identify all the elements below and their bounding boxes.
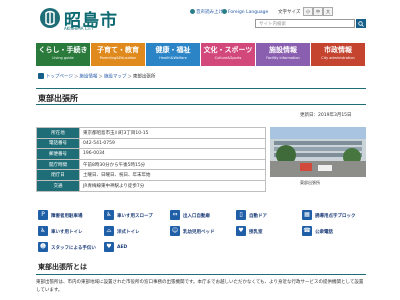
facility-info-table: 所在地 東京都昭島市玉川町3丁目10-15 電話番号 042-541-0759 郵便番号…: [36, 127, 266, 192]
facility-label: スタッフによる手伝い: [51, 245, 96, 251]
search-input[interactable]: サイト内検索: [255, 19, 355, 28]
facility-label: 車いす用トイレ: [51, 229, 83, 235]
site-logo-sub: AKISHIMA CITY: [64, 26, 94, 31]
info-row-label: 閉庁日: [36, 169, 80, 181]
info-row: 所在地 東京都昭島市玉川町3丁目10-15: [36, 127, 266, 139]
auto-door-icon: ⇔: [170, 210, 180, 220]
voice-reading-link[interactable]: 音声読み上げ: [190, 9, 223, 15]
breadcrumb-map[interactable]: 施設マップ: [104, 75, 127, 80]
nav-item-sub: Culture&Sports: [214, 56, 242, 60]
facility-photo: [270, 127, 366, 177]
home-icon[interactable]: [38, 73, 44, 79]
globe-icon: [222, 9, 227, 14]
foreign-language-label: Foreign Language: [228, 10, 269, 15]
nav-item-sub: Living guide: [52, 56, 74, 60]
nav-item-label: 市政情報: [324, 46, 352, 54]
staff-icon: ☻: [38, 242, 48, 252]
breadcrumb: トップページ＞施設情報＞施設マップ＞東部出張所: [38, 73, 155, 80]
nav-item-sub: Facility information: [266, 56, 300, 60]
facility-label: 自動ドア: [249, 213, 267, 219]
nav-item-2[interactable]: 健康・福祉 Health&Welfare: [146, 43, 200, 66]
facility-label: 出入口自動扉: [183, 213, 210, 219]
text-size-large-button[interactable]: 大: [323, 7, 333, 16]
info-row-value: JR青梅線東中神駅より徒歩7分: [79, 179, 266, 192]
text-size-medium-button[interactable]: 中: [313, 7, 323, 16]
nav-item-1[interactable]: 子育て・教育 Parenting&Education: [91, 43, 145, 66]
facility-label: 乳幼児用ベッド: [183, 229, 215, 235]
info-row-label: 電話番号: [36, 137, 80, 150]
nursing-room-icon: ♥: [236, 226, 246, 236]
nav-item-0[interactable]: くらし・手続き Living guide: [36, 43, 90, 66]
nav-item-sub: City administration: [321, 56, 355, 60]
accessible-toilet-icon: ♿: [38, 226, 48, 236]
site-header: 昭島市 AKISHIMA CITY 音声読み上げ Foreign Languag…: [0, 0, 400, 40]
section-title: 東部出張所とは: [38, 263, 87, 271]
info-row: 閉庁日 土曜日、日曜日、祝日、年末年始: [36, 169, 266, 181]
info-row-value: 042-541-0759: [79, 137, 266, 150]
global-nav: くらし・手続き Living guide 子育て・教育 Parenting&Educa…: [36, 43, 366, 66]
info-row-value: 東京都昭島市玉川町3丁目10-15: [79, 127, 266, 139]
photo-caption: 東部出張所: [300, 180, 320, 185]
nav-item-label: くらし・手続き: [38, 46, 88, 54]
updated-date: 更新日：2019年3月15日: [300, 113, 352, 118]
facility-label: 洋式トイレ: [117, 229, 140, 235]
city-emblem-icon[interactable]: [40, 8, 60, 28]
nav-item-label: 子育て・教育: [97, 46, 139, 54]
text-size-label: 文字サイズ: [278, 10, 301, 15]
nav-item-4[interactable]: 施設情報 Facility information: [256, 43, 310, 66]
info-row-label: 郵便番号: [36, 148, 80, 160]
foreign-language-link[interactable]: Foreign Language: [222, 9, 268, 15]
slope-icon: ♿: [104, 210, 114, 220]
facility-label: 公衆電話: [315, 229, 333, 235]
speaker-icon: [190, 9, 195, 14]
facility-label: AED: [117, 244, 128, 250]
breadcrumb-facility[interactable]: 施設情報: [79, 75, 97, 80]
western-toilet-icon: ⌓: [104, 226, 114, 236]
facility-label: 誘導用点字ブロック: [315, 213, 356, 219]
door-icon: ▯: [236, 210, 246, 220]
info-row-value: 午前8時30分から午後5時15分: [79, 158, 266, 171]
wheelchair-parking-icon: P: [38, 210, 48, 220]
nav-item-label: 文化・スポーツ: [203, 46, 253, 54]
facility-label: 授乳室: [249, 229, 263, 235]
phone-icon: ☎: [302, 226, 312, 236]
braille-block-icon: ▦: [302, 210, 312, 220]
nav-item-sub: Parenting&Education: [99, 56, 137, 60]
section-rule: [36, 274, 366, 275]
info-row: 郵便番号 196-0034: [36, 148, 266, 160]
aed-icon: ♥: [104, 242, 114, 252]
facility-label: 車いす用スロープ: [117, 213, 153, 219]
info-row-label: 所在地: [36, 127, 80, 139]
text-size-small-button[interactable]: 小: [303, 7, 313, 16]
info-row: 交通 JR青梅線東中神駅より徒歩7分: [36, 179, 266, 192]
info-row-label: 開庁時間: [36, 158, 80, 171]
nav-item-3[interactable]: 文化・スポーツ Culture&Sports: [201, 43, 255, 66]
baby-bed-icon: ☺: [170, 226, 180, 236]
nav-item-label: 施設情報: [269, 46, 297, 54]
info-row: 電話番号 042-541-0759: [36, 137, 266, 150]
nav-item-5[interactable]: 市政情報 City administration: [311, 43, 365, 66]
voice-reading-label: 音声読み上げ: [196, 10, 223, 15]
facility-label: 障害者用駐車場: [51, 213, 83, 219]
nav-item-sub: Health&Welfare: [159, 56, 187, 60]
breadcrumb-current: 東部出張所: [132, 74, 156, 80]
search-icon: [358, 20, 364, 27]
title-top-rule: [36, 88, 366, 89]
page-title: 東部出張所: [38, 94, 78, 103]
info-row-value: 土曜日、日曜日、祝日、年末年始: [79, 169, 266, 181]
nav-item-label: 健康・福祉: [155, 46, 191, 54]
info-row-value: 196-0034: [79, 148, 266, 160]
info-row-label: 交通: [36, 179, 80, 192]
info-row: 開庁時間 午前8時30分から午後5時15分: [36, 158, 266, 171]
title-bottom-rule: [36, 104, 366, 105]
breadcrumb-top[interactable]: トップページ: [46, 75, 73, 80]
section-body: 東部出張所は、市内の東部地域に設置された市役所の窓口事務の出張機関です。本庁まで…: [36, 280, 364, 293]
search-button[interactable]: [356, 19, 366, 28]
